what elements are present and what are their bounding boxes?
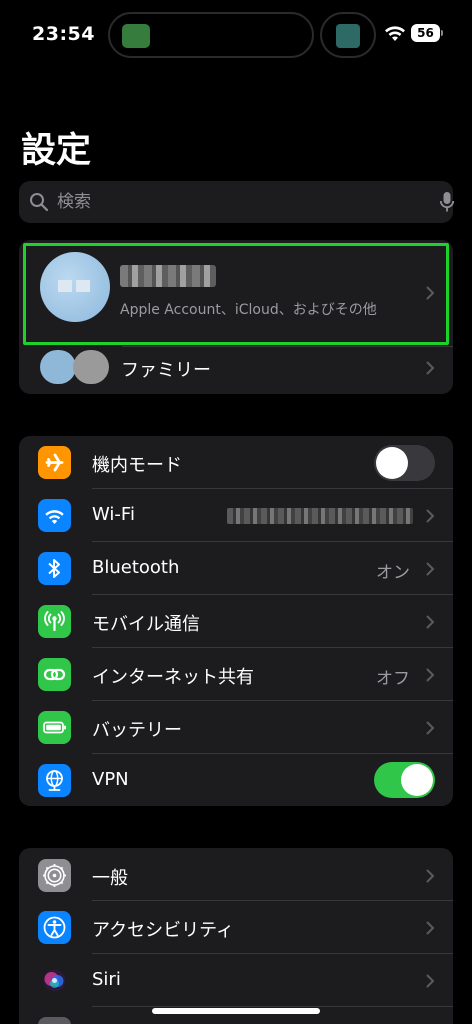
account-row[interactable] (23, 243, 449, 345)
connectivity-group: 機内モード Wi-Fi Bluetooth オン モバイル通信 インターネット共… (19, 436, 453, 806)
chevron-right-icon (426, 721, 435, 735)
search-input[interactable] (57, 187, 417, 217)
search-icon (30, 193, 49, 212)
accessibility-icon (38, 911, 71, 944)
vpn-row[interactable]: VPN (19, 754, 453, 806)
row-label: Bluetooth (92, 557, 180, 578)
siri-row[interactable]: Siri (19, 954, 453, 1007)
row-label: バッテリー (92, 720, 182, 741)
gear-icon (38, 859, 71, 892)
general-group: 一般 アクセシビリティ Siri (19, 848, 453, 1024)
wifi-icon (38, 499, 71, 532)
row-label: Wi-Fi (92, 504, 135, 525)
airplane-mode-row[interactable]: 機内モード (19, 436, 453, 489)
dynamic-island-indicator[interactable] (320, 12, 376, 58)
bluetooth-icon (38, 552, 71, 585)
vpn-toggle[interactable] (374, 762, 435, 798)
bluetooth-status: オン (376, 563, 410, 583)
home-indicator[interactable] (152, 1008, 320, 1014)
row-label: アクセシビリティ (92, 920, 235, 941)
dynamic-island-activity[interactable] (108, 12, 314, 58)
siri-icon (38, 964, 71, 997)
wifi-row[interactable]: Wi-Fi (19, 489, 453, 542)
hotspot-status: オフ (376, 669, 410, 689)
globe-icon (38, 764, 71, 797)
family-avatars (40, 350, 110, 384)
antenna-icon (38, 605, 71, 638)
chevron-right-icon (426, 668, 435, 682)
partial-row-icon (38, 1017, 71, 1024)
chevron-right-icon (426, 562, 435, 576)
wifi-network-name-redacted (227, 508, 413, 524)
page-title: 設定 (21, 131, 92, 171)
family-row[interactable]: ファミリー (121, 356, 211, 382)
row-label: VPN (92, 769, 129, 790)
toggle-knob (376, 447, 408, 479)
toggle-knob (401, 764, 433, 796)
chevron-right-icon (426, 509, 435, 523)
wifi-status-icon (385, 26, 405, 41)
row-label: Siri (92, 969, 121, 990)
microphone-icon[interactable] (439, 191, 455, 213)
chevron-right-icon (426, 615, 435, 629)
chevron-right-icon (426, 869, 435, 883)
chevron-right-icon (426, 974, 435, 988)
status-time: 23:54 (32, 23, 95, 45)
indicator-thumbnail (336, 24, 360, 48)
battery-row[interactable]: バッテリー (19, 701, 453, 754)
personal-hotspot-row[interactable]: インターネット共有 オフ (19, 648, 453, 701)
family-avatar (73, 350, 109, 384)
row-label: インターネット共有 (92, 667, 254, 688)
general-row[interactable]: 一般 (19, 848, 453, 901)
chevron-right-icon (426, 921, 435, 935)
airplane-icon (38, 446, 71, 479)
airplane-mode-toggle[interactable] (374, 445, 435, 481)
accessibility-row[interactable]: アクセシビリティ (19, 901, 453, 954)
bluetooth-row[interactable]: Bluetooth オン (19, 542, 453, 595)
battery-icon (38, 711, 71, 744)
status-bar: 23:54 56 (0, 0, 472, 70)
battery-tip (441, 30, 443, 36)
battery-status-icon: 56 (411, 24, 440, 42)
chevron-right-icon (426, 361, 435, 375)
row-label: モバイル通信 (92, 614, 200, 635)
activity-thumbnail (122, 24, 150, 48)
chain-link-icon (38, 658, 71, 691)
row-label: 機内モード (92, 455, 182, 476)
row-label: 一般 (92, 868, 128, 889)
mobile-data-row[interactable]: モバイル通信 (19, 595, 453, 648)
family-avatar (40, 350, 76, 384)
settings-screen: 23:54 56 設定 Apple Account (0, 0, 472, 1024)
separator (122, 346, 453, 347)
search-bar[interactable] (19, 181, 455, 223)
